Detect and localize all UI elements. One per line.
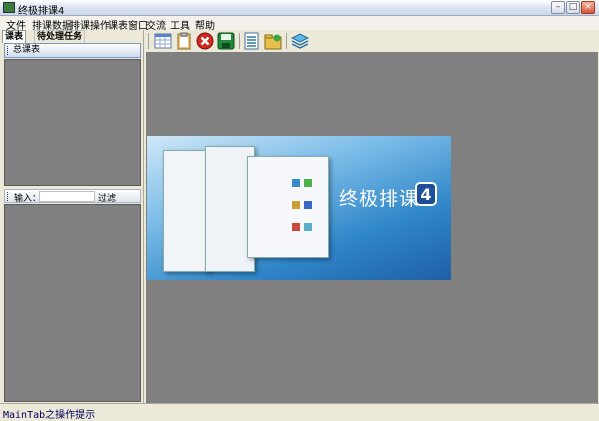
close-button[interactable]: × [581, 1, 595, 14]
filter-button[interactable]: 过滤 [98, 191, 116, 204]
list-icon[interactable] [243, 32, 261, 50]
minimize-button[interactable]: – [551, 1, 565, 14]
grip-icon [7, 46, 10, 55]
window-title: 终极排课4 [18, 6, 65, 17]
app-icon [3, 2, 15, 13]
filter-input[interactable] [39, 191, 95, 202]
task-list[interactable] [4, 204, 141, 402]
splash-screenshot-window [247, 156, 329, 258]
splash-screenshot-window [163, 150, 211, 272]
filter-label: 输入： [14, 194, 42, 204]
layers-icon[interactable] [290, 32, 310, 50]
stop-icon[interactable] [196, 32, 214, 50]
clipboard-icon[interactable] [175, 32, 193, 50]
tab-kebiao[interactable]: 课表 [2, 30, 27, 43]
toolbar-separator [239, 33, 240, 49]
toolbar-separator [148, 33, 149, 49]
toolbar-separator [286, 33, 287, 49]
status-bar: MainTab之操作提示 [0, 403, 599, 421]
left-tab-strip: 课表 待处理任务 [0, 30, 144, 44]
tab-pending-tasks[interactable]: 待处理任务 [34, 30, 86, 44]
toolbar [146, 30, 599, 52]
title-bar: 终极排课4 – □ × [0, 0, 599, 17]
menu-bar: 文件 排课数据 排课操作 课表窗口 交流 工具 帮助 [0, 16, 599, 32]
folder-star-icon[interactable] [264, 32, 282, 50]
filter-bar: 输入： 过滤 [4, 189, 141, 204]
splash-image: 终极排课 4 [147, 136, 451, 280]
status-text: MainTab之操作提示 [3, 410, 96, 421]
calendar-grid-icon[interactable] [154, 32, 172, 50]
maximize-button[interactable]: □ [566, 1, 580, 14]
kebiao-list[interactable] [4, 59, 141, 186]
splash-title: 终极排课 [339, 188, 420, 210]
kebiao-header[interactable]: 总课表 [4, 43, 141, 58]
splash-version-badge: 4 [415, 182, 437, 206]
save-icon[interactable] [217, 32, 235, 50]
kebiao-header-label: 总课表 [13, 45, 41, 55]
grip-icon [7, 192, 10, 201]
